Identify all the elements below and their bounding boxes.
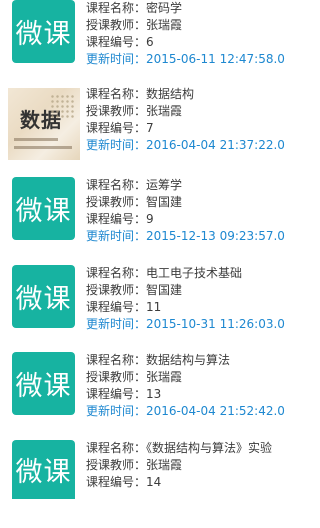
updated-time: 2015-06-11 12:47:58.0: [146, 52, 285, 66]
course-item[interactable]: 数据 课程名称：数据结构 授课教师：张瑞霞 课程编号：7 更新时间：2016-0…: [0, 84, 320, 172]
teacher-row: 授课教师：张瑞霞: [86, 103, 316, 120]
course-thumbnail-image: 数据: [8, 88, 80, 160]
course-name-row: 课程名称：《数据结构与算法》实验: [86, 440, 316, 457]
updated-label: 更新时间：: [86, 404, 147, 418]
teacher-label: 授课教师：: [86, 18, 147, 32]
course-name-row: 课程名称：数据结构与算法: [86, 352, 316, 369]
course-code: 13: [146, 387, 162, 401]
course-code: 14: [146, 475, 162, 489]
teacher-row: 授课教师：智国建: [86, 194, 316, 211]
course-code-row: 课程编号：11: [86, 299, 316, 316]
course-code-label: 课程编号：: [86, 212, 147, 226]
thumbnail-text: 微课: [15, 196, 72, 227]
teacher-name: 张瑞霞: [146, 458, 183, 472]
course-code-row: 课程编号：6: [86, 34, 316, 51]
updated-label: 更新时间：: [86, 52, 147, 66]
course-code-row: 课程编号：14: [86, 474, 316, 491]
teacher-row: 授课教师：智国建: [86, 282, 316, 299]
course-item[interactable]: 微课 课程名称：《数据结构与算法》实验 授课教师：张瑞霞 课程编号：14: [0, 440, 320, 528]
course-code-row: 课程编号：13: [86, 386, 316, 403]
course-name-row: 课程名称：运筹学: [86, 177, 316, 194]
course-name-label: 课程名称：: [86, 178, 147, 192]
updated-time: 2016-04-04 21:52:42.0: [146, 404, 285, 418]
course-info: 课程名称：电工电子技术基础 授课教师：智国建 课程编号：11 更新时间：2015…: [86, 265, 316, 333]
updated-label: 更新时间：: [86, 229, 147, 243]
course-code-label: 课程编号：: [86, 121, 147, 135]
course-code-label: 课程编号：: [86, 300, 147, 314]
updated-label: 更新时间：: [86, 317, 147, 331]
teacher-label: 授课教师：: [86, 370, 147, 384]
course-name-label: 课程名称：: [86, 266, 147, 280]
course-code-row: 课程编号：7: [86, 120, 316, 137]
course-list: 微课 课程名称：密码学 授课教师：张瑞霞 课程编号：6 更新时间：2015-06…: [0, 0, 320, 499]
teacher-label: 授课教师：: [86, 283, 147, 297]
course-code-label: 课程编号：: [86, 35, 147, 49]
teacher-row: 授课教师：张瑞霞: [86, 457, 316, 474]
teacher-label: 授课教师：: [86, 458, 147, 472]
teacher-row: 授课教师：张瑞霞: [86, 369, 316, 386]
updated-row: 更新时间：2015-06-11 12:47:58.0: [86, 51, 316, 68]
course-thumbnail: 微课: [12, 352, 75, 415]
course-name-label: 课程名称：: [86, 441, 147, 455]
updated-time: 2015-12-13 09:23:57.0: [146, 229, 285, 243]
course-info: 课程名称：运筹学 授课教师：智国建 课程编号：9 更新时间：2015-12-13…: [86, 177, 316, 245]
thumbnail-text: 微课: [15, 19, 72, 50]
course-code: 9: [146, 212, 154, 226]
course-thumbnail: 微课: [12, 177, 75, 240]
course-name-row: 课程名称：电工电子技术基础: [86, 265, 316, 282]
course-code: 6: [146, 35, 154, 49]
teacher-name: 张瑞霞: [146, 370, 183, 384]
course-name-label: 课程名称：: [86, 353, 147, 367]
course-info: 课程名称：数据结构与算法 授课教师：张瑞霞 课程编号：13 更新时间：2016-…: [86, 352, 316, 420]
teacher-name: 张瑞霞: [146, 104, 183, 118]
teacher-name: 智国建: [146, 195, 183, 209]
thumbnail-text: 微课: [15, 284, 72, 315]
course-name: 数据结构与算法: [146, 353, 231, 367]
course-code: 7: [146, 121, 154, 135]
course-name-row: 课程名称：密码学: [86, 0, 316, 17]
course-info: 课程名称：密码学 授课教师：张瑞霞 课程编号：6 更新时间：2015-06-11…: [86, 0, 316, 68]
course-name-label: 课程名称：: [86, 1, 147, 15]
teacher-label: 授课教师：: [86, 104, 147, 118]
course-name-label: 课程名称：: [86, 87, 147, 101]
thumbnail-line: [14, 146, 72, 149]
course-item[interactable]: 微课 课程名称：密码学 授课教师：张瑞霞 课程编号：6 更新时间：2015-06…: [0, 0, 320, 88]
thumbnail-pattern: [50, 94, 76, 120]
course-thumbnail: 微课: [12, 265, 75, 328]
course-info: 课程名称：《数据结构与算法》实验 授课教师：张瑞霞 课程编号：14: [86, 440, 316, 491]
updated-row: 更新时间：2015-10-31 11:26:03.0: [86, 316, 316, 333]
course-info: 课程名称：数据结构 授课教师：张瑞霞 课程编号：7 更新时间：2016-04-0…: [86, 86, 316, 154]
course-name: 数据结构: [146, 87, 195, 101]
updated-row: 更新时间：2016-04-04 21:52:42.0: [86, 403, 316, 420]
teacher-label: 授课教师：: [86, 195, 147, 209]
course-item[interactable]: 微课 课程名称：电工电子技术基础 授课教师：智国建 课程编号：11 更新时间：2…: [0, 265, 320, 353]
updated-label: 更新时间：: [86, 138, 147, 152]
thumbnail-text: 微课: [15, 457, 72, 488]
teacher-name: 智国建: [146, 283, 183, 297]
course-item[interactable]: 微课 课程名称：运筹学 授课教师：智国建 课程编号：9 更新时间：2015-12…: [0, 177, 320, 265]
course-name: 《数据结构与算法》实验: [146, 441, 273, 455]
updated-row: 更新时间：2015-12-13 09:23:57.0: [86, 228, 316, 245]
updated-time: 2015-10-31 11:26:03.0: [146, 317, 285, 331]
course-code-label: 课程编号：: [86, 475, 147, 489]
course-thumbnail: 微课: [12, 440, 75, 499]
course-item[interactable]: 微课 课程名称：数据结构与算法 授课教师：张瑞霞 课程编号：13 更新时间：20…: [0, 352, 320, 440]
updated-time: 2016-04-04 21:37:22.0: [146, 138, 285, 152]
thumbnail-line: [14, 138, 58, 141]
course-code-label: 课程编号：: [86, 387, 147, 401]
course-code-row: 课程编号：9: [86, 211, 316, 228]
course-name: 密码学: [146, 1, 183, 15]
updated-row: 更新时间：2016-04-04 21:37:22.0: [86, 137, 316, 154]
thumbnail-text: 微课: [15, 371, 72, 402]
course-name: 电工电子技术基础: [146, 266, 243, 280]
teacher-name: 张瑞霞: [146, 18, 183, 32]
course-name-row: 课程名称：数据结构: [86, 86, 316, 103]
course-name: 运筹学: [146, 178, 183, 192]
course-code: 11: [146, 300, 162, 314]
course-thumbnail: 微课: [12, 0, 75, 63]
teacher-row: 授课教师：张瑞霞: [86, 17, 316, 34]
